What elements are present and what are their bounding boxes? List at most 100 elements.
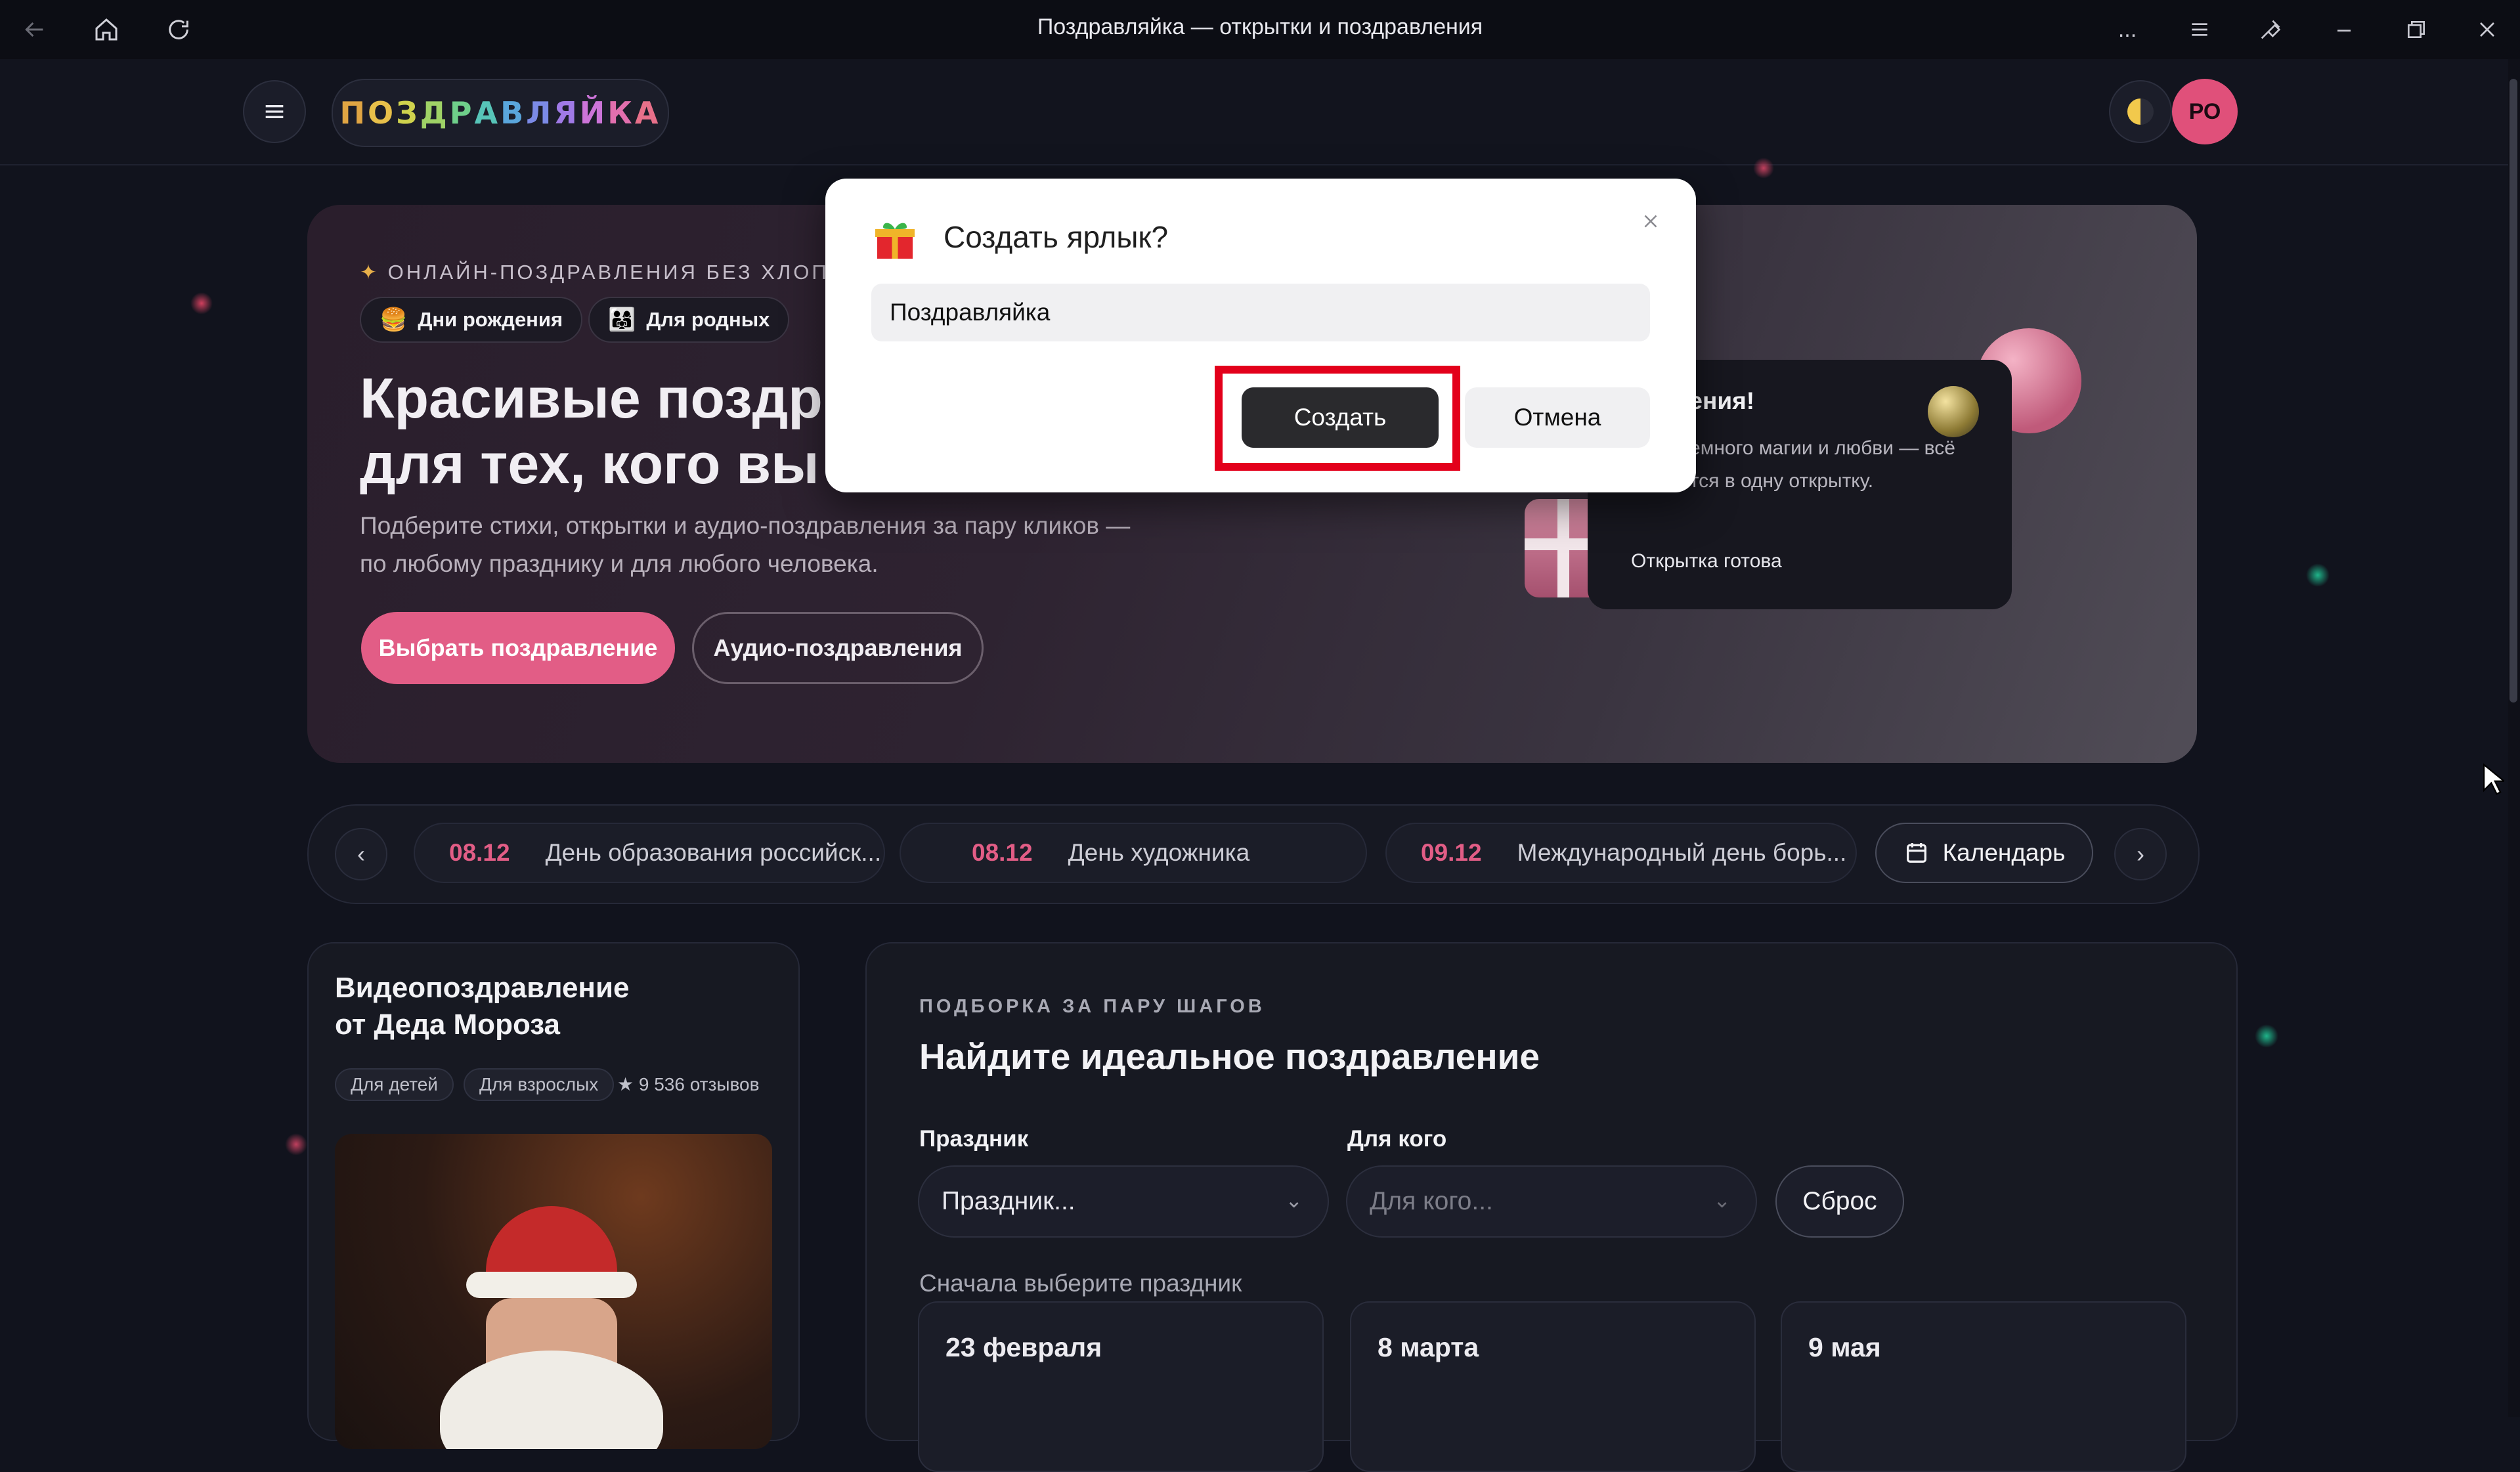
logo-letter: К	[607, 95, 635, 131]
logo-letter: В	[500, 95, 527, 131]
theme-moon-icon	[2127, 98, 2154, 125]
hero-title: Красивые поздр для тех, кого вы	[360, 366, 823, 497]
card-status: Открытка готова	[1631, 550, 1782, 572]
date-next-button[interactable]: ›	[2114, 828, 2167, 880]
close-window-icon[interactable]	[2467, 10, 2507, 49]
santa-hat-trim	[466, 1272, 637, 1298]
finder-kicker: ПОДБОРКА ЗА ПАРУ ШАГОВ	[919, 996, 1265, 1017]
hero-subtitle: Подберите стихи, открытки и аудио-поздра…	[360, 512, 1131, 577]
sparkle-dot	[190, 292, 213, 314]
more-menu-button[interactable]: ...	[2108, 10, 2147, 49]
logo-letter: А	[474, 95, 501, 131]
holiday-label: Праздник	[919, 1126, 1029, 1152]
logo-letter: Д	[420, 95, 450, 131]
calendar-button[interactable]: Календарь	[1875, 823, 2093, 883]
logo-letter: О	[367, 95, 397, 131]
holiday-date-strip: ‹ 08.12 День образования российск... 08.…	[307, 804, 2200, 904]
chevron-down-icon: ⌄	[1713, 1188, 1731, 1212]
close-icon[interactable]	[1634, 205, 1667, 238]
date-value: 09.12	[1421, 839, 1482, 866]
calendar-button-label: Календарь	[1942, 839, 2066, 866]
gift-icon	[871, 215, 919, 263]
logo-letter: Л	[526, 95, 554, 131]
finder-hint: Сначала выберите праздник	[919, 1270, 1242, 1297]
cancel-button[interactable]: Отмена	[1465, 387, 1650, 448]
chevron-down-icon: ⌄	[1285, 1188, 1303, 1212]
logo-letter: Я	[554, 95, 580, 131]
hamburger-menu-button[interactable]	[243, 80, 306, 143]
date-item[interactable]: 09.12 Международный день борь...	[1385, 823, 1857, 883]
date-item[interactable]: 08.12 День образования российск...	[414, 823, 885, 883]
sparkle-dot	[285, 1133, 307, 1156]
create-button[interactable]: Создать	[1242, 387, 1439, 448]
date-value: 08.12	[972, 839, 1033, 866]
date-name: День образования российск...	[545, 839, 882, 866]
date-value: 08.12	[449, 839, 510, 866]
greeting-finder-panel: ПОДБОРКА ЗА ПАРУ ШАГОВ Найдите идеальное…	[865, 942, 2238, 1472]
video-card-title-line: Видеопоздравление	[335, 972, 630, 1004]
finder-title: Найдите идеальное поздравление	[919, 1036, 1540, 1077]
tag-for-adults[interactable]: Для взрослых	[464, 1068, 615, 1101]
hero-kicker-text: ОНЛАЙН-ПОЗДРАВЛЕНИЯ БЕЗ ХЛОПОТ	[387, 261, 863, 284]
video-card-title-line: от Деда Мороза	[335, 1008, 560, 1041]
reviews-count: ★ 9 536 отзывов	[617, 1074, 760, 1094]
date-name: День художника	[1068, 839, 1250, 866]
site-header: ПОЗДРАВЛЯЙКА РО	[0, 59, 2508, 165]
logo-letter: З	[396, 95, 420, 131]
calendar-icon	[1906, 843, 1926, 863]
holiday-select[interactable]: Праздник... ⌄	[918, 1165, 1329, 1238]
video-card-title: Видеопоздравление от Деда Мороза	[335, 970, 630, 1043]
logo-letter: Й	[579, 95, 608, 131]
chip-family[interactable]: 👨‍👩‍👧 Для родных	[588, 297, 790, 343]
theme-toggle-button[interactable]	[2109, 80, 2172, 143]
family-icon: 👨‍👩‍👧	[608, 307, 636, 332]
recipient-label: Для кого	[1347, 1126, 1447, 1152]
chip-label: Для родных	[646, 308, 770, 331]
holiday-select-value: Праздник...	[942, 1187, 1075, 1215]
extensions-icon[interactable]	[2251, 10, 2290, 49]
site-logo[interactable]: ПОЗДРАВЛЯЙКА	[332, 79, 669, 147]
recipient-select-value: Для кого...	[1370, 1187, 1493, 1215]
logo-letter: Р	[449, 95, 475, 131]
video-greeting-card[interactable]: Видеопоздравление от Деда Мороза Для дет…	[307, 942, 800, 1449]
window-titlebar: Поздравляйка — открытки и поздравления .…	[0, 0, 2520, 59]
holiday-card-label: 23 февраля	[945, 1332, 1102, 1362]
sparkle-dot	[2306, 563, 2330, 587]
holiday-card[interactable]: 23 февраля	[918, 1301, 1324, 1472]
ornament-icon	[1928, 386, 1979, 437]
holiday-card[interactable]: 9 мая	[1781, 1301, 2186, 1472]
chip-label: Дни рождения	[418, 308, 563, 331]
recipient-select[interactable]: Для кого... ⌄	[1346, 1165, 1757, 1238]
chip-birthdays[interactable]: 🍔 Дни рождения	[360, 297, 583, 343]
sparkle-dot	[1753, 158, 1774, 179]
dialog-title: Создать ярлык?	[944, 220, 1169, 254]
hero-title-line: Красивые поздр	[360, 367, 823, 430]
restore-icon[interactable]	[2397, 10, 2436, 49]
user-avatar[interactable]: РО	[2172, 79, 2238, 144]
create-shortcut-dialog: Создать ярлык? Создать Отмена	[825, 179, 1696, 492]
logo-letter: П	[339, 95, 368, 131]
sparkle-dot	[2255, 1024, 2278, 1048]
sparkle-icon: ✦	[360, 261, 380, 284]
santa-video-thumbnail[interactable]	[335, 1134, 772, 1449]
holiday-card-label: 9 мая	[1808, 1332, 1881, 1362]
date-prev-button[interactable]: ‹	[335, 828, 387, 880]
reset-button[interactable]: Сброс	[1775, 1165, 1904, 1238]
burger-icon: 🍔	[380, 307, 408, 332]
scrollbar-thumb[interactable]	[2509, 79, 2517, 703]
choose-greeting-button[interactable]: Выбрать поздравление	[361, 612, 675, 684]
hero-title-line: для тех, кого вы	[360, 433, 819, 496]
mouse-cursor-icon	[2482, 763, 2506, 799]
audio-greetings-button[interactable]: Аудио-поздравления	[692, 612, 984, 684]
tag-for-kids[interactable]: Для детей	[335, 1068, 454, 1101]
logo-letter: А	[634, 95, 661, 131]
date-item[interactable]: 08.12 День художника	[900, 823, 1367, 883]
date-name: Международный день борь...	[1517, 839, 1847, 866]
menu-icon[interactable]	[2180, 10, 2219, 49]
shortcut-name-input[interactable]	[871, 284, 1650, 341]
holiday-card[interactable]: 8 марта	[1350, 1301, 1756, 1472]
holiday-card-label: 8 марта	[1378, 1332, 1479, 1362]
hero-kicker: ✦ ОНЛАЙН-ПОЗДРАВЛЕНИЯ БЕЗ ХЛОПОТ	[360, 261, 863, 284]
santa-beard	[440, 1351, 663, 1449]
minimize-icon[interactable]	[2324, 10, 2364, 49]
